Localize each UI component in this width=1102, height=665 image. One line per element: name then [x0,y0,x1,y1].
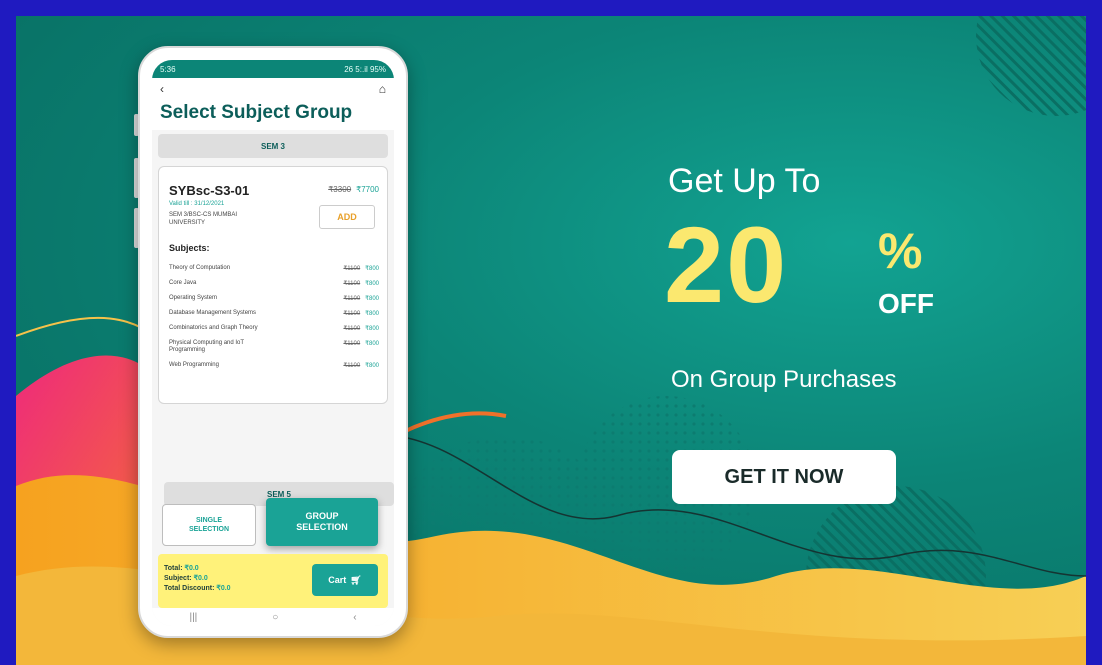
group-card: SYBsc-S3-01 ₹3300 ₹7700 Valid till : 31/1… [158,166,388,404]
subject-new-price: ₹800 [365,326,379,332]
back-nav-icon[interactable]: ‹ [353,612,356,623]
status-time: 5:36 [160,64,176,74]
subject-new-price: ₹800 [365,281,379,287]
subject-old-price: ₹1100 [343,311,361,317]
group-validity: Valid till : 31/12/2021 [169,201,225,207]
group-selection-button[interactable]: GROUP SELECTION [266,498,378,546]
selection-toggle: SINGLE SELECTION GROUP SELECTION [158,498,388,546]
subject-old-price: ₹1100 [343,266,361,272]
status-bar: 5:36 26 5:.il 95% [152,60,394,78]
single-selection-button[interactable]: SINGLE SELECTION [162,504,256,546]
group-discounted-price: ₹7700 [356,185,379,194]
subject-row: Physical Computing and IoT Programming ₹1… [169,340,379,354]
promo-percent: % [878,223,923,279]
subject-old-price: ₹1100 [343,281,361,287]
subject-new-price: ₹800 [365,341,379,347]
promo-banner: 5:36 26 5:.il 95% ‹ ⌂ Select Subject Gro… [16,16,1086,665]
phone-screen: 5:36 26 5:.il 95% ‹ ⌂ Select Subject Gro… [152,60,394,626]
cart-button[interactable]: Cart 🛒︎ [312,564,378,596]
subject-name: Combinatorics and Graph Theory [169,325,258,331]
subject-price: ₹1100 ₹800 [343,265,379,272]
subject-row: Operating System ₹1100 ₹800 [169,295,379,302]
subject-name: Database Management Systems [169,310,257,316]
subjects-heading: Subjects: [169,243,210,253]
discount-label: Total Discount: [164,585,215,592]
subject-new-price: ₹800 [365,363,379,369]
subject-new-price: ₹800 [365,296,379,302]
group-selection-label: GROUP SELECTION [296,511,348,532]
page-title: Select Subject Group [152,100,394,130]
subject-new-price: ₹800 [365,266,379,272]
sem-header[interactable]: SEM 3 [158,134,388,158]
subject-price: ₹1100 ₹800 [343,362,379,369]
subject-new-price: ₹800 [365,311,379,317]
home-icon[interactable]: ⌂ [379,82,386,96]
chevron-left-icon[interactable]: ‹ [160,82,164,96]
subject-list: Theory of Computation ₹1100 ₹800 Core Java ₹… [169,265,379,377]
add-button[interactable]: ADD [319,205,375,229]
subject-price: ₹1100 ₹800 [343,325,379,332]
promo-number: 20 [664,204,789,325]
subject-old-price: ₹1100 [343,363,361,369]
phone-mockup: 5:36 26 5:.il 95% ‹ ⌂ Select Subject Gro… [138,46,408,638]
subject-row: Web Programming ₹1100 ₹800 [169,362,379,369]
subject-name: Physical Computing and IoT Programming [169,340,244,353]
subject-row: Combinatorics and Graph Theory ₹1100 ₹800 [169,325,379,332]
group-name: SYBsc-S3-01 [169,183,250,198]
subject-name: Core Java [169,280,197,286]
subject-row: Theory of Computation ₹1100 ₹800 [169,265,379,272]
discount-value: ₹0.0 [216,585,231,592]
cart-icon: 🛒︎ [350,574,362,585]
android-nav-bar: ||| ○ ‹ [152,608,394,626]
subject-old-price: ₹1100 [343,326,361,332]
home-circle-icon[interactable]: ○ [272,612,278,623]
cart-summary: Total: ₹0.0 Subject: ₹0.0 Total Discount… [158,554,388,608]
total-label: Total: [164,565,183,572]
subject-name: Operating System [169,295,218,301]
subject-name: Web Programming [169,362,219,368]
cart-totals: Total: ₹0.0 Subject: ₹0.0 Total Discount… [164,564,231,594]
promo-off: OFF [878,288,934,319]
subject-price: ₹1100 ₹800 [343,280,379,287]
cart-label: Cart [328,575,347,585]
subject-name: Theory of Computation [169,265,231,271]
subject-label: Subject: [164,575,192,582]
subject-old-price: ₹1100 [343,341,361,347]
subject-row: Core Java ₹1100 ₹800 [169,280,379,287]
subject-price: ₹1100 ₹800 [343,310,379,317]
subject-row: Database Management Systems ₹1100 ₹800 [169,310,379,317]
subject-old-price: ₹1100 [343,296,361,302]
recents-icon[interactable]: ||| [189,612,197,623]
app-topbar: ‹ ⌂ [152,78,394,100]
promo-subline: On Group Purchases [671,366,897,393]
subject-price: ₹1100 ₹800 [343,295,379,302]
subject-price: ₹1100 ₹800 [343,340,379,347]
get-it-now-button[interactable]: GET IT NOW [672,450,896,504]
single-selection-label: SINGLE SELECTION [188,517,230,533]
group-university: SEM 3/BSC-CS MUMBAI UNIVERSITY [169,212,238,226]
status-indicators: 26 5:.il 95% [344,64,386,74]
promo-line1: Get Up To [668,162,821,200]
subject-value: ₹0.0 [193,575,208,582]
group-original-price: ₹3300 [328,185,352,194]
group-price: ₹3300 ₹7700 [328,185,379,194]
total-value: ₹0.0 [184,565,199,572]
